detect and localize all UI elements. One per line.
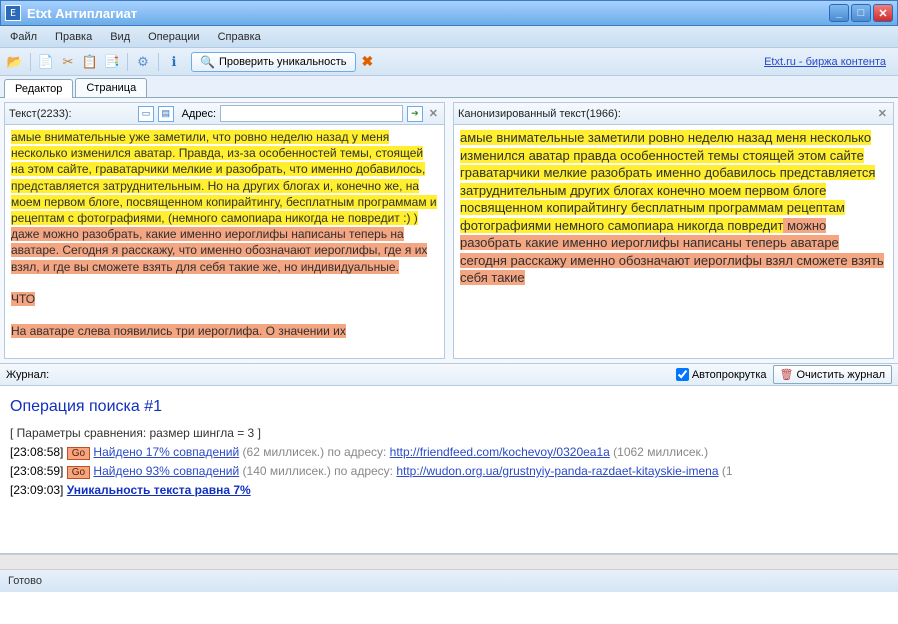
journal-header: Журнал: Автопрокрутка 🗑 Очистить журнал xyxy=(0,364,898,386)
separator xyxy=(30,53,31,71)
menu-view[interactable]: Вид xyxy=(110,31,130,43)
timestamp: [23:08:59] xyxy=(10,464,63,478)
journal-row: [23:08:59] Go Найдено 93% совпадений (14… xyxy=(10,462,888,481)
left-pane-header: Текст(2233): ▭ ▤ Адрес: ➔ ✕ xyxy=(5,103,444,125)
etxt-link[interactable]: Etxt.ru - биржа контента xyxy=(764,56,886,68)
tab-editor[interactable]: Редактор xyxy=(4,79,73,98)
clear-journal-button[interactable]: 🗑 Очистить журнал xyxy=(773,365,893,384)
tail-duration: (1062 миллисек.) xyxy=(610,445,708,459)
autoscroll-label: Автопрокрутка xyxy=(692,369,767,381)
window-controls: _ □ ✕ xyxy=(829,4,893,22)
operation-title: Операция поиска #1 xyxy=(10,394,888,420)
close-pane-icon[interactable]: ✕ xyxy=(876,107,889,120)
source-text-area[interactable]: амые внимательные уже заметили, что ровн… xyxy=(5,125,444,358)
info-icon[interactable]: ℹ xyxy=(165,53,183,71)
menubar: Файл Правка Вид Операции Справка xyxy=(0,26,898,48)
canon-text-area[interactable]: амые внимательные заметили ровно неделю … xyxy=(454,125,893,358)
settings-icon[interactable]: ⚙ xyxy=(134,53,152,71)
separator xyxy=(158,53,159,71)
view-mode-2-button[interactable]: ▤ xyxy=(158,106,174,122)
autoscroll-input[interactable] xyxy=(676,368,689,381)
highlight-orange: даже можно разобрать, какие именно иерог… xyxy=(11,227,427,273)
paste-icon[interactable]: 📑 xyxy=(103,53,121,71)
status-text: Готово xyxy=(8,575,42,587)
maximize-button[interactable]: □ xyxy=(851,4,871,22)
duration: (140 миллисек.) xyxy=(243,464,331,478)
duration: (62 миллисек.) xyxy=(243,445,325,459)
match-link[interactable]: Найдено 17% совпадений xyxy=(93,445,239,459)
close-button[interactable]: ✕ xyxy=(873,4,893,22)
address-input[interactable] xyxy=(220,105,403,122)
menu-help[interactable]: Справка xyxy=(218,31,261,43)
go-button[interactable]: Go xyxy=(67,466,90,479)
highlight-orange: ЧТО xyxy=(11,292,35,306)
match-link[interactable]: Найдено 93% совпадений xyxy=(93,464,239,478)
journal-uniqueness-row: [23:09:03] Уникальность текста равна 7% xyxy=(10,481,888,500)
by-address: по адресу: xyxy=(324,445,390,459)
timestamp: [23:08:58] xyxy=(10,445,63,459)
highlight-yellow: амые внимательные уже заметили, что ровн… xyxy=(11,130,437,225)
copy-icon[interactable]: 📋 xyxy=(81,53,99,71)
separator xyxy=(127,53,128,71)
menu-file[interactable]: Файл xyxy=(10,31,37,43)
window-title: Etxt Антиплагиат xyxy=(27,6,829,21)
uniqueness-result: Уникальность текста равна 7% xyxy=(67,483,251,497)
go-address-button[interactable]: ➔ xyxy=(407,106,423,122)
cut-icon[interactable]: ✂ xyxy=(59,53,77,71)
menu-operations[interactable]: Операции xyxy=(148,31,199,43)
tab-page[interactable]: Страница xyxy=(75,78,147,97)
url-link[interactable]: http://friendfeed.com/kochevoy/0320ea1a xyxy=(390,445,610,459)
operation-params: [ Параметры сравнения: размер шингла = 3… xyxy=(10,424,888,443)
cancel-check-icon[interactable]: ✖ xyxy=(362,53,374,70)
main-split: Текст(2233): ▭ ▤ Адрес: ➔ ✕ амые внимате… xyxy=(0,98,898,364)
highlight-orange: На аватаре слева появились три иероглифа… xyxy=(11,324,346,338)
app-icon: E xyxy=(5,5,21,21)
status-bar: Готово xyxy=(0,570,898,592)
go-button[interactable]: Go xyxy=(67,447,90,460)
journal-label: Журнал: xyxy=(6,369,49,381)
toolbar: 📂 📄 ✂ 📋 📑 ⚙ ℹ 🔍 Проверить уникальность ✖… xyxy=(0,48,898,76)
view-mode-1-button[interactable]: ▭ xyxy=(138,106,154,122)
menu-edit[interactable]: Правка xyxy=(55,31,92,43)
by-address: по адресу: xyxy=(331,464,397,478)
autoscroll-checkbox[interactable]: Автопрокрутка xyxy=(676,368,767,381)
right-pane: Канонизированный текст(1966): ✕ амые вни… xyxy=(453,102,894,359)
canon-text-label: Канонизированный текст(1966): xyxy=(458,108,621,120)
tail-duration: (1 xyxy=(719,464,733,478)
journal-row: [23:08:58] Go Найдено 17% совпадений (62… xyxy=(10,443,888,462)
close-pane-icon[interactable]: ✕ xyxy=(427,107,440,120)
timestamp: [23:09:03] xyxy=(10,483,63,497)
new-icon[interactable]: 📄 xyxy=(37,53,55,71)
tabs: Редактор Страница xyxy=(0,76,898,98)
url-link[interactable]: http://wudon.org.ua/grustnyiy-panda-razd… xyxy=(396,464,718,478)
address-label: Адрес: xyxy=(182,108,217,120)
titlebar: E Etxt Антиплагиат _ □ ✕ xyxy=(0,0,898,26)
horizontal-scrollbar[interactable] xyxy=(0,554,898,570)
journal-body[interactable]: Операция поиска #1 [ Параметры сравнения… xyxy=(0,386,898,554)
open-icon[interactable]: 📂 xyxy=(6,53,24,71)
minimize-button[interactable]: _ xyxy=(829,4,849,22)
check-uniqueness-button[interactable]: 🔍 Проверить уникальность xyxy=(191,52,356,72)
clear-icon: 🗑 xyxy=(780,368,794,381)
check-label: Проверить уникальность xyxy=(219,56,347,68)
right-pane-header: Канонизированный текст(1966): ✕ xyxy=(454,103,893,125)
left-pane: Текст(2233): ▭ ▤ Адрес: ➔ ✕ амые внимате… xyxy=(4,102,445,359)
text-count-label: Текст(2233): xyxy=(9,108,72,120)
clear-label: Очистить журнал xyxy=(796,369,885,381)
search-icon: 🔍 xyxy=(200,55,215,69)
